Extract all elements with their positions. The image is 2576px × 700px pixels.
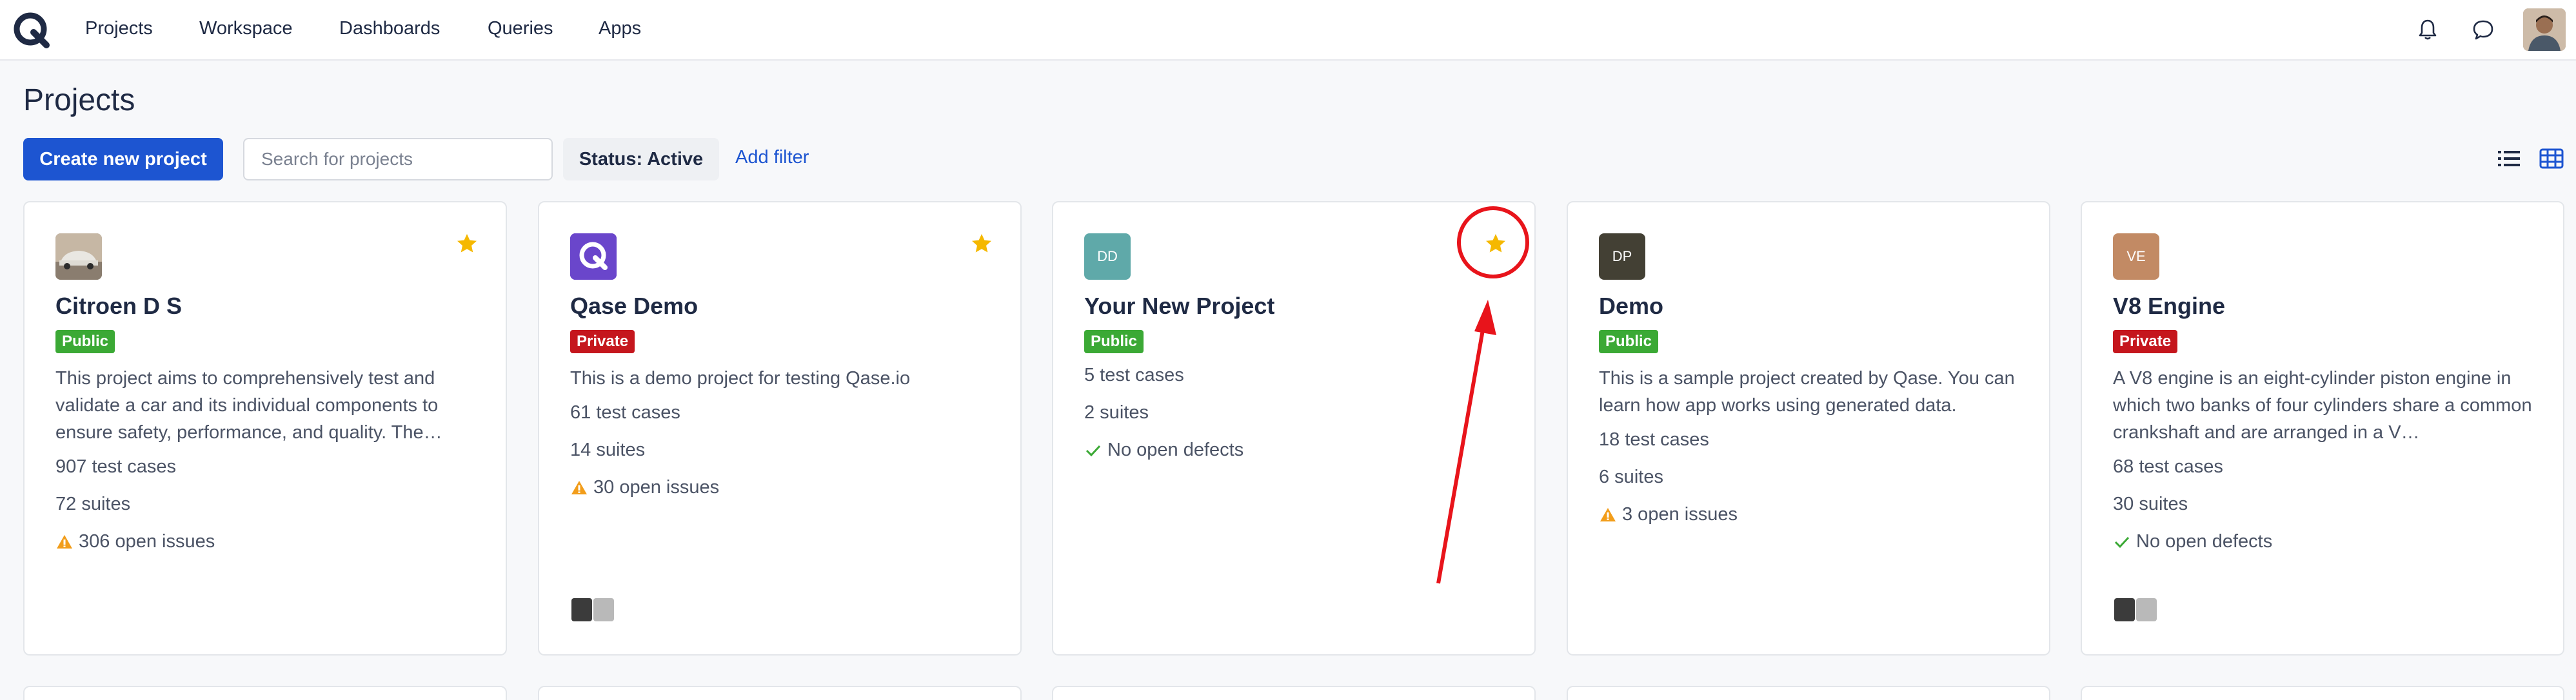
star-icon[interactable] xyxy=(455,232,479,255)
project-members[interactable] xyxy=(2113,597,2158,623)
create-project-button[interactable]: Create new project xyxy=(23,138,223,180)
page-title: Projects xyxy=(23,83,135,117)
project-card-partial[interactable] xyxy=(23,686,507,700)
suites-count: 2 suites xyxy=(1084,402,1149,423)
visibility-badge: Public xyxy=(55,330,115,353)
test-cases-count: 61 test cases xyxy=(570,402,680,423)
grid-view-icon[interactable] xyxy=(2539,146,2564,171)
check-icon xyxy=(1085,445,1101,456)
defects-status: No open defects xyxy=(2113,531,2272,552)
member-avatar[interactable] xyxy=(2135,597,2158,623)
suites-count: 72 suites xyxy=(55,494,131,514)
test-cases-count: 5 test cases xyxy=(1084,365,1184,385)
project-card-demo[interactable]: DP Demo Public This is a sample project … xyxy=(1567,201,2050,656)
nav-apps[interactable]: Apps xyxy=(599,18,641,39)
project-title[interactable]: Citroen D S xyxy=(55,293,182,320)
suites-count: 30 suites xyxy=(2113,494,2188,514)
member-avatar[interactable] xyxy=(570,597,593,623)
test-cases-count: 68 test cases xyxy=(2113,456,2223,477)
visibility-badge: Private xyxy=(2113,330,2178,353)
user-avatar[interactable] xyxy=(2523,8,2566,51)
add-filter-link[interactable]: Add filter xyxy=(735,147,809,168)
project-title[interactable]: Demo xyxy=(1599,293,1663,320)
visibility-badge: Public xyxy=(1599,330,1659,353)
visibility-badge: Private xyxy=(570,330,635,353)
project-card-partial[interactable] xyxy=(1052,686,1536,700)
project-title[interactable]: V8 Engine xyxy=(2113,293,2225,320)
project-avatar-initials: DP xyxy=(1599,233,1645,280)
top-nav: Projects Workspace Dashboards Queries Ap… xyxy=(0,0,2576,61)
search-input[interactable] xyxy=(243,138,553,180)
project-avatar-image xyxy=(55,233,102,280)
visibility-badge: Public xyxy=(1084,330,1144,353)
bell-icon[interactable] xyxy=(2415,17,2441,43)
project-card-citroen[interactable]: Citroen D S Public This project aims to … xyxy=(23,201,507,656)
project-card-partial[interactable] xyxy=(538,686,1022,700)
test-cases-count: 18 test cases xyxy=(1599,429,1709,450)
suites-count: 6 suites xyxy=(1599,467,1663,487)
project-title[interactable]: Qase Demo xyxy=(570,293,698,320)
open-issues: 306 open issues xyxy=(55,531,215,552)
project-avatar-logo xyxy=(570,233,617,280)
star-icon[interactable] xyxy=(970,232,993,255)
warning-icon xyxy=(57,534,72,549)
project-description: This project aims to comprehensively tes… xyxy=(55,368,442,443)
star-icon[interactable] xyxy=(1484,232,1507,255)
project-card-partial[interactable] xyxy=(1567,686,2050,700)
defects-status: No open defects xyxy=(1084,440,1243,461)
chat-icon[interactable] xyxy=(2470,17,2496,43)
project-description: This is a demo project for testing Qase.… xyxy=(570,368,911,389)
warning-icon xyxy=(571,480,587,494)
project-avatar-initials: VE xyxy=(2113,233,2159,280)
project-members[interactable] xyxy=(570,597,615,623)
member-avatar[interactable] xyxy=(592,597,615,623)
project-card-your-new-project[interactable]: DD Your New Project Public 5 test cases … xyxy=(1052,201,1536,656)
list-view-icon[interactable] xyxy=(2496,146,2522,171)
check-icon xyxy=(2114,536,2130,548)
project-description: A V8 engine is an eight-cylinder piston … xyxy=(2113,368,2532,443)
open-issues: 3 open issues xyxy=(1599,504,1738,525)
project-title[interactable]: Your New Project xyxy=(1084,293,1274,320)
test-cases-count: 907 test cases xyxy=(55,456,176,477)
project-avatar-initials: DD xyxy=(1084,233,1131,280)
nav-queries[interactable]: Queries xyxy=(488,18,553,39)
warning-icon xyxy=(1600,507,1616,521)
nav-workspace[interactable]: Workspace xyxy=(199,18,293,39)
project-card-v8-engine[interactable]: VE V8 Engine Private A V8 engine is an e… xyxy=(2081,201,2564,656)
project-card-qase-demo[interactable]: Qase Demo Private This is a demo project… xyxy=(538,201,1022,656)
nav-projects[interactable]: Projects xyxy=(85,18,153,39)
suites-count: 14 suites xyxy=(570,440,646,460)
project-description: This is a sample project created by Qase… xyxy=(1599,368,2015,416)
member-avatar[interactable] xyxy=(2113,597,2136,623)
status-filter-chip[interactable]: Status: Active xyxy=(563,138,719,180)
qase-logo-icon[interactable] xyxy=(13,12,50,49)
project-card-partial[interactable] xyxy=(2081,686,2564,700)
nav-dashboards[interactable]: Dashboards xyxy=(339,18,440,39)
open-issues: 30 open issues xyxy=(570,477,719,498)
